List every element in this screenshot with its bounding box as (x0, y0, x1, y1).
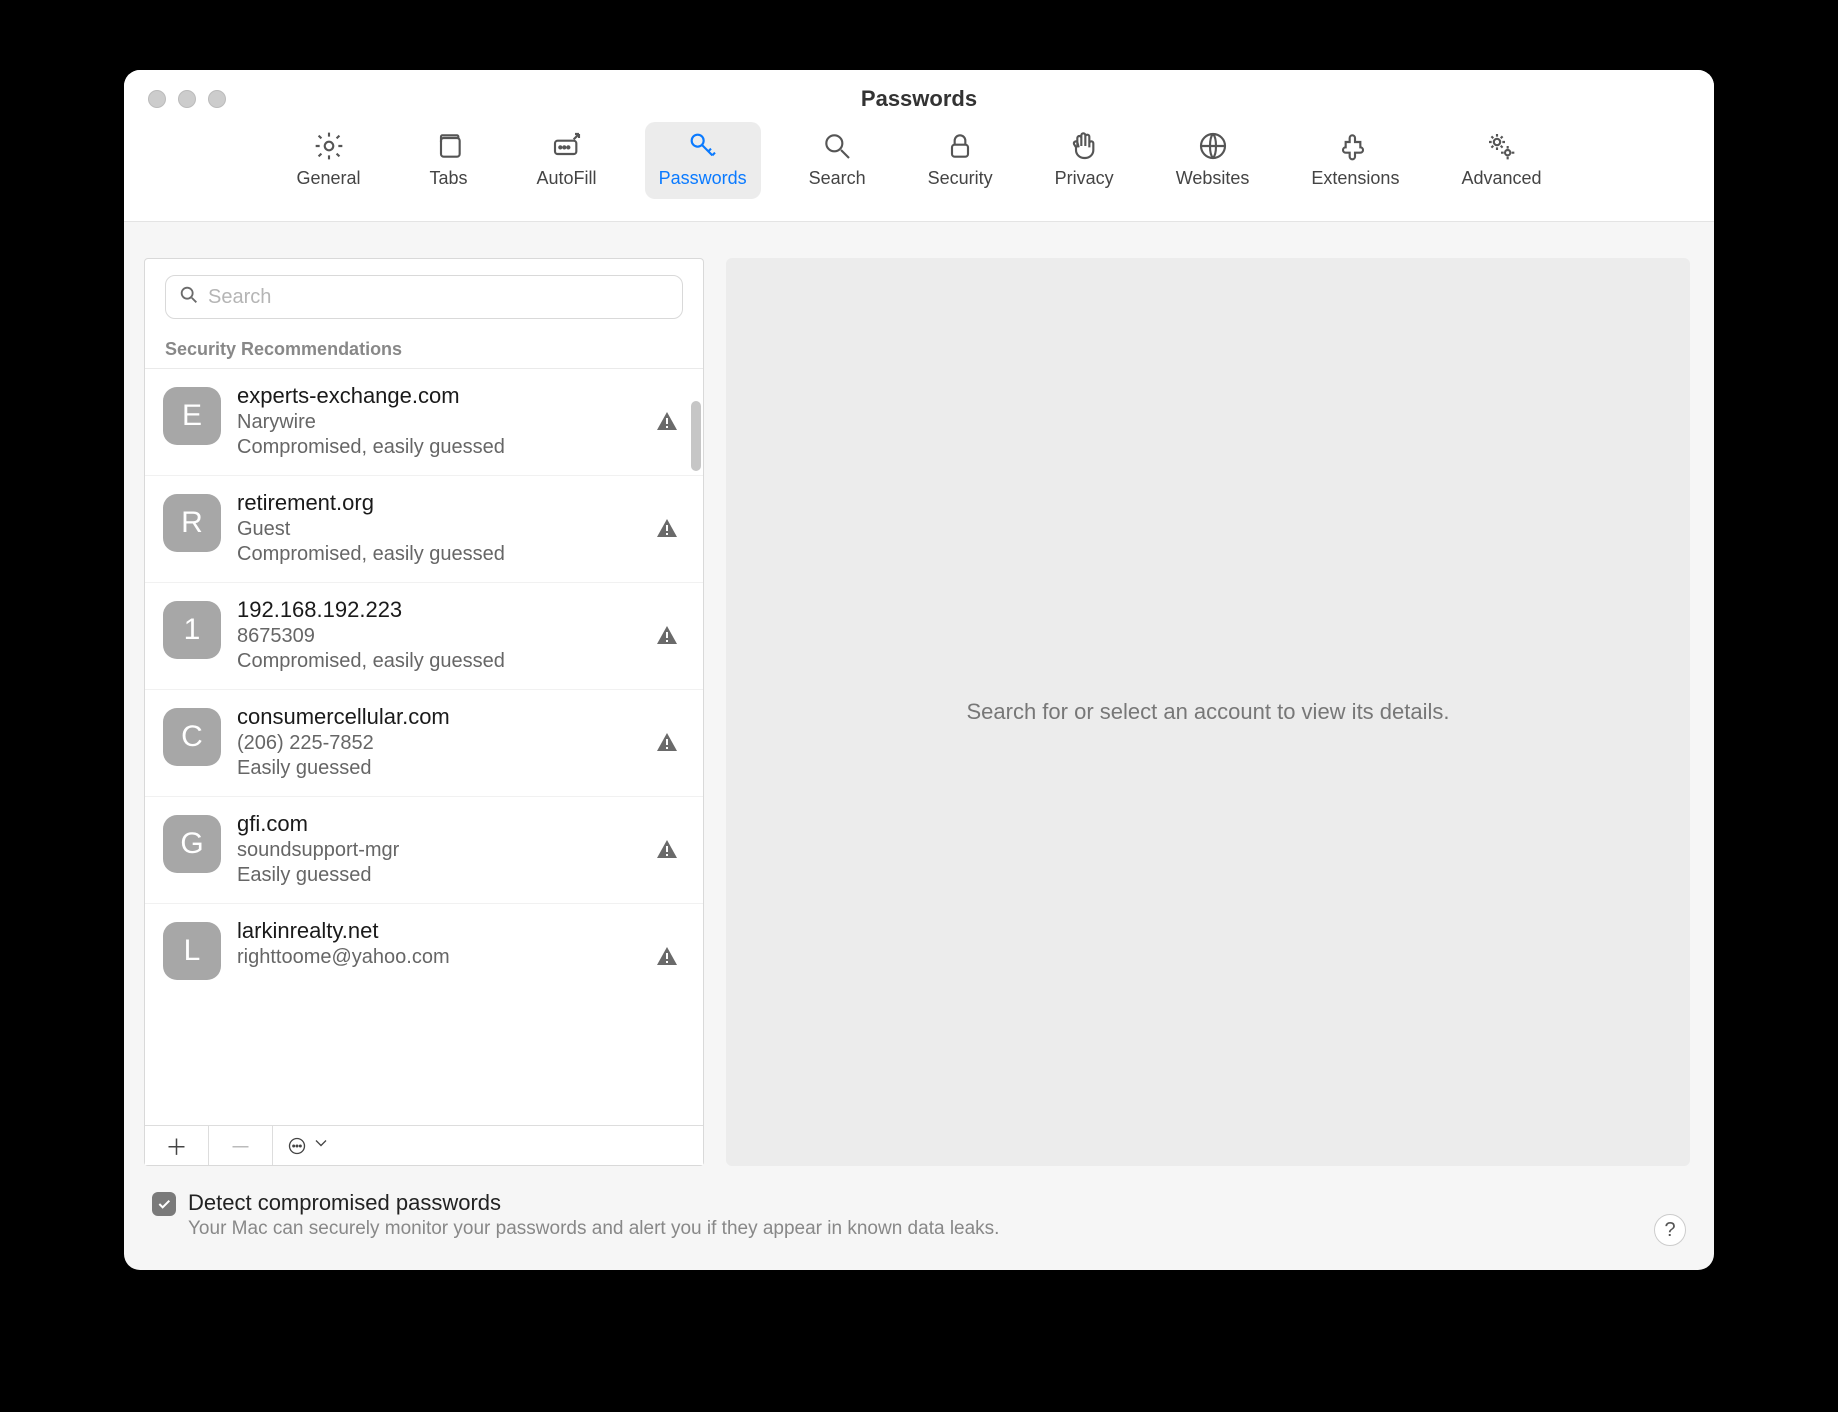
scrollbar-thumb[interactable] (691, 401, 701, 471)
site-name: larkinrealty.net (237, 918, 685, 944)
gears-icon (1483, 128, 1519, 164)
password-row[interactable]: E experts-exchange.com Narywire Compromi… (145, 369, 703, 476)
tab-label: Security (928, 168, 993, 189)
preferences-tabbar: General Tabs AutoFill Passwords (124, 122, 1714, 199)
tab-label: Passwords (659, 168, 747, 189)
risk-text: Compromised, easily guessed (237, 436, 685, 459)
tab-label: General (296, 168, 360, 189)
footer-description: Your Mac can securely monitor your passw… (188, 1218, 1686, 1240)
site-avatar: C (163, 708, 221, 766)
preferences-window: Passwords General Tabs AutoFill (124, 70, 1714, 1270)
warning-icon (655, 730, 679, 754)
ellipsis-circle-icon (287, 1136, 307, 1156)
site-avatar: R (163, 494, 221, 552)
puzzle-icon (1337, 128, 1373, 164)
tab-search[interactable]: Search (795, 122, 880, 199)
tabs-icon (431, 128, 467, 164)
search-icon (178, 284, 200, 311)
tab-passwords[interactable]: Passwords (645, 122, 761, 199)
tab-websites[interactable]: Websites (1162, 122, 1264, 199)
username: 8675309 (237, 625, 685, 648)
key-icon (685, 128, 721, 164)
tab-advanced[interactable]: Advanced (1447, 122, 1555, 199)
search-icon (819, 128, 855, 164)
username: (206) 225-7852 (237, 732, 685, 755)
password-row[interactable]: 1 192.168.192.223 8675309 Compromised, e… (145, 583, 703, 690)
warning-icon (655, 409, 679, 433)
tab-label: Search (809, 168, 866, 189)
password-row[interactable]: C consumercellular.com (206) 225-7852 Ea… (145, 690, 703, 797)
detail-panel: Search for or select an account to view … (726, 258, 1690, 1166)
site-avatar: L (163, 922, 221, 980)
search-field-wrapper[interactable] (165, 275, 683, 319)
checkmark-icon (156, 1196, 172, 1212)
username: Guest (237, 518, 685, 541)
site-name: experts-exchange.com (237, 383, 685, 409)
titlebar: Passwords General Tabs AutoFill (124, 70, 1714, 222)
password-list-panel: Security Recommendations E experts-excha… (144, 258, 704, 1166)
site-name: gfi.com (237, 811, 685, 837)
window-controls (148, 90, 226, 108)
remove-button[interactable]: － (209, 1126, 273, 1165)
detail-placeholder: Search for or select an account to view … (966, 699, 1449, 725)
warning-icon (655, 516, 679, 540)
gear-icon (311, 128, 347, 164)
close-window-button[interactable] (148, 90, 166, 108)
tab-label: AutoFill (537, 168, 597, 189)
password-row[interactable]: G gfi.com soundsupport-mgr Easily guesse… (145, 797, 703, 904)
username: soundsupport-mgr (237, 839, 685, 862)
window-title: Passwords (124, 86, 1714, 112)
site-avatar: 1 (163, 601, 221, 659)
username: righttoome@yahoo.com (237, 946, 685, 969)
help-button[interactable]: ? (1654, 1214, 1686, 1246)
tab-label: Advanced (1461, 168, 1541, 189)
add-button[interactable]: ＋ (145, 1126, 209, 1165)
detect-compromised-checkbox[interactable] (152, 1192, 176, 1216)
tab-privacy[interactable]: Privacy (1041, 122, 1128, 199)
chevron-down-icon (311, 1133, 331, 1159)
warning-icon (655, 623, 679, 647)
more-options-button[interactable] (273, 1126, 345, 1165)
tab-general[interactable]: General (282, 122, 374, 199)
site-name: 192.168.192.223 (237, 597, 685, 623)
footer: Detect compromised passwords Your Mac ca… (124, 1166, 1714, 1270)
hand-icon (1066, 128, 1102, 164)
warning-icon (655, 837, 679, 861)
tab-tabs[interactable]: Tabs (409, 122, 489, 199)
site-avatar: E (163, 387, 221, 445)
section-header: Security Recommendations (145, 329, 703, 369)
autofill-icon (549, 128, 585, 164)
search-input[interactable] (208, 286, 670, 309)
site-avatar: G (163, 815, 221, 873)
tab-label: Websites (1176, 168, 1250, 189)
tab-label: Extensions (1311, 168, 1399, 189)
site-name: retirement.org (237, 490, 685, 516)
footer-title: Detect compromised passwords (188, 1190, 1686, 1216)
username: Narywire (237, 411, 685, 434)
content-area: Security Recommendations E experts-excha… (124, 222, 1714, 1166)
lock-icon (942, 128, 978, 164)
password-row[interactable]: R retirement.org Guest Compromised, easi… (145, 476, 703, 583)
zoom-window-button[interactable] (208, 90, 226, 108)
tab-label: Privacy (1055, 168, 1114, 189)
risk-text: Easily guessed (237, 757, 685, 780)
globe-icon (1195, 128, 1231, 164)
tab-autofill[interactable]: AutoFill (523, 122, 611, 199)
minimize-window-button[interactable] (178, 90, 196, 108)
password-row[interactable]: L larkinrealty.net righttoome@yahoo.com (145, 904, 703, 996)
tab-label: Tabs (430, 168, 468, 189)
site-name: consumercellular.com (237, 704, 685, 730)
risk-text: Easily guessed (237, 864, 685, 887)
list-toolbar: ＋ － (145, 1125, 703, 1165)
tab-security[interactable]: Security (914, 122, 1007, 199)
password-list[interactable]: Security Recommendations E experts-excha… (145, 329, 703, 1125)
risk-text: Compromised, easily guessed (237, 543, 685, 566)
risk-text: Compromised, easily guessed (237, 650, 685, 673)
warning-icon (655, 944, 679, 968)
tab-extensions[interactable]: Extensions (1297, 122, 1413, 199)
